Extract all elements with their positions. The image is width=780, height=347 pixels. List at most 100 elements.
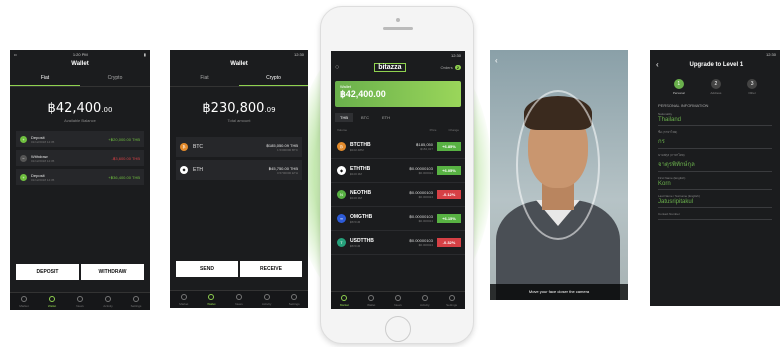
market-row[interactable]: ∞ OMGTHB ฿8.51M ฿0.00000103 ฿0.000024 +6.15% <box>331 207 465 231</box>
coin-row[interactable]: ₿ BTC ฿185,050.09 THB 1.5300000 BTC <box>176 137 302 157</box>
center-phone: 12:30 ○ bitazza Orders 2 Wallet ฿42,400.0… <box>320 6 474 344</box>
nav-settings[interactable]: Settings <box>122 293 150 310</box>
coin-row[interactable]: ◆ ETH ฿45,750.00 THB 0.5700000 ETH <box>176 160 302 180</box>
wallet-icon <box>49 296 55 302</box>
market-screen: 12:30 ○ bitazza Orders 2 Wallet ฿42,400.0… <box>331 51 465 309</box>
tab-eth[interactable]: ETH <box>377 113 395 122</box>
transaction-row[interactable]: + Deposit 01/12/2018 14:35 +฿20,000.00 THB <box>16 131 144 147</box>
status-bar: 12:30 <box>450 52 461 58</box>
nav-activity[interactable]: Activity <box>253 291 281 308</box>
withdraw-button[interactable]: WITHDRAW <box>81 264 144 280</box>
tab-btc[interactable]: BTC <box>356 113 374 122</box>
change-badge: +6.15% <box>437 214 461 223</box>
nav-news[interactable]: News <box>66 293 94 310</box>
activity-icon <box>105 296 111 302</box>
market-row[interactable]: N NEOTHB ฿100.9M ฿0.00000103 ฿0.000024 -0.12% <box>331 183 465 207</box>
market-row[interactable]: T USDTTHB ฿8.51M ฿0.00000103 ฿0.000024 -0.32% <box>331 231 465 255</box>
app-showcase: •• 1:20 PM ▮ Wallet Fiat Crypto ฿42,400.00… <box>0 0 780 347</box>
wallet-card[interactable]: Wallet ฿42,400.00 <box>335 81 461 107</box>
gear-icon <box>291 294 298 300</box>
ethereum-icon: ◆ <box>337 166 346 175</box>
gear-icon <box>133 296 139 302</box>
top-bar: ○ bitazza Orders 2 <box>331 59 465 75</box>
change-badge: -0.12% <box>437 190 461 199</box>
gear-icon <box>448 295 455 301</box>
deposit-button[interactable]: DEPOSIT <box>16 264 79 280</box>
page-title: Upgrade to Level 1 <box>689 61 744 68</box>
nav-settings[interactable]: Settings <box>438 292 465 309</box>
market-list: ₿ BTCTHB ฿102.48M ฿185,050 ฿182,027 +6.85% ◆ E… <box>331 135 465 255</box>
bitcoin-icon: ₿ <box>337 142 346 151</box>
step-address: 2 Address <box>710 79 722 95</box>
nav-news[interactable]: News <box>385 292 412 309</box>
step-personal: 1 Personal <box>672 79 685 95</box>
market-icon <box>180 294 187 300</box>
balance-amount: ฿42,400.00 <box>47 101 113 116</box>
search-icon[interactable]: ○ <box>335 64 339 71</box>
fiat-wallet-screen: •• 1:20 PM ▮ Wallet Fiat Crypto ฿42,400.00… <box>10 50 150 310</box>
section-header: PERSONAL INFORMATION <box>658 103 709 108</box>
nav-activity[interactable]: Activity <box>94 293 122 310</box>
status-bar: 12:30 <box>293 51 304 57</box>
back-arrow-icon[interactable]: ‹ <box>495 56 498 65</box>
transaction-row[interactable]: + Deposit 01/12/2018 14:35 +฿36,400.00 THB <box>16 169 144 185</box>
wallet-icon <box>368 295 375 301</box>
plus-icon: + <box>20 173 27 181</box>
send-button[interactable]: SEND <box>176 261 238 277</box>
nav-market[interactable]: Market <box>170 291 198 308</box>
contact-number-field[interactable]: Contact Number <box>658 212 772 220</box>
change-badge: -0.32% <box>437 238 461 247</box>
activity-icon <box>263 294 270 300</box>
news-icon <box>394 295 401 301</box>
page-title: Wallet <box>230 61 248 67</box>
status-bar: 12:30 <box>765 51 776 57</box>
omisego-icon: ∞ <box>337 214 346 223</box>
wallet-tabs: Fiat Crypto <box>170 75 308 87</box>
tether-icon: T <box>337 238 346 247</box>
tab-crypto[interactable]: Crypto <box>80 75 150 86</box>
nationality-field[interactable]: Nationality Thailand <box>658 112 772 126</box>
tab-fiat[interactable]: Fiat <box>170 75 239 86</box>
market-row[interactable]: ₿ BTCTHB ฿102.48M ฿185,050 ฿182,027 +6.85% <box>331 135 465 159</box>
market-icon <box>341 295 348 301</box>
first-name-field[interactable]: First Name (English) Korn <box>658 176 772 190</box>
change-badge: +6.05% <box>437 166 461 175</box>
crypto-wallet-screen: 12:30 Wallet Fiat Crypto ฿230,800.09 Tot… <box>170 50 308 308</box>
market-icon <box>21 296 27 302</box>
transaction-row[interactable]: − Withdraw 01/12/2018 14:35 -฿3,600.00 THB <box>16 150 144 166</box>
tab-crypto[interactable]: Crypto <box>239 75 308 86</box>
orders-button[interactable]: Orders 2 <box>441 64 461 70</box>
bitcoin-icon: ₿ <box>180 143 188 151</box>
page-title: Wallet <box>71 61 89 67</box>
nav-market[interactable]: Market <box>331 292 358 309</box>
news-icon <box>77 296 83 302</box>
tab-thb[interactable]: THB <box>335 113 353 122</box>
nav-wallet[interactable]: Wallet <box>358 292 385 309</box>
nav-settings[interactable]: Settings <box>280 291 308 308</box>
ethereum-icon: ◆ <box>180 166 188 174</box>
thai-last-name-field[interactable]: นามสกุล (ภาษาไทย) จาตุรพิทักษ์กุล <box>658 153 772 172</box>
status-bar: •• 1:20 PM ▮ <box>14 51 146 57</box>
last-name-field[interactable]: Last Name / Surname (English) Jatusripita… <box>658 194 772 208</box>
nav-wallet[interactable]: Wallet <box>38 293 66 310</box>
kyc-header: ‹ Upgrade to Level 1 <box>650 60 780 69</box>
nav-activity[interactable]: Activity <box>411 292 438 309</box>
face-scan-screen: ‹ Move your face closer the camera <box>490 50 628 300</box>
orders-badge: 2 <box>454 64 461 70</box>
thai-first-name-field[interactable]: ชื่อ (ภาษาไทย) กร <box>658 130 772 149</box>
activity-icon <box>421 295 428 301</box>
nav-news[interactable]: News <box>225 291 253 308</box>
market-row[interactable]: ◆ ETHTHB ฿100.9M ฿0.00000103 ฿0.000024 +6.05% <box>331 159 465 183</box>
balance-label: Available Balance <box>64 118 96 123</box>
wallet-balance: ฿42,400.00 <box>340 89 386 99</box>
action-buttons: SEND RECEIVE <box>176 261 302 277</box>
coin-list: ₿ BTC ฿185,050.09 THB 1.5300000 BTC ◆ ETH ฿45… <box>170 137 308 180</box>
nav-market[interactable]: Market <box>10 293 38 310</box>
wallet-tabs: Fiat Crypto <box>10 75 150 87</box>
tab-fiat[interactable]: Fiat <box>10 75 80 86</box>
balance-label: Total amount <box>227 118 251 123</box>
receive-button[interactable]: RECEIVE <box>240 261 302 277</box>
kyc-screen: 12:30 ‹ Upgrade to Level 1 1 Personal 2 Ad… <box>650 50 780 306</box>
nav-wallet[interactable]: Wallet <box>198 291 226 308</box>
home-button[interactable] <box>385 316 411 342</box>
